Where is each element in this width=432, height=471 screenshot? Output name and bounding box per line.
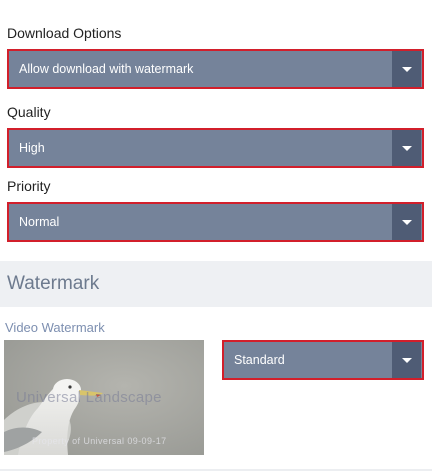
video-watermark-value: Standard — [234, 353, 285, 367]
priority-dropdown-button[interactable] — [392, 204, 421, 240]
watermark-section-header: Watermark — [0, 261, 432, 307]
chevron-down-icon — [401, 219, 412, 225]
chevron-down-icon — [401, 145, 412, 151]
chevron-down-icon — [401, 66, 412, 72]
watermark-section-title: Watermark — [7, 273, 100, 294]
download-options-dropdown-button[interactable] — [392, 51, 421, 87]
priority-value: Normal — [19, 215, 60, 229]
video-watermark-select[interactable]: Standard — [222, 340, 424, 380]
video-watermark-dropdown-button[interactable] — [392, 342, 421, 378]
priority-select[interactable]: Normal — [7, 202, 424, 242]
watermark-preview-caption: Property of Universal 09-09-17 — [32, 436, 167, 446]
quality-label: Quality — [7, 104, 51, 120]
quality-value: High — [19, 141, 45, 155]
watermark-overlay-text: Universal Landscape — [16, 389, 162, 406]
watermark-preview-image: Universal Landscape Property of Universa… — [4, 340, 204, 455]
priority-label: Priority — [7, 178, 51, 194]
chevron-down-icon — [401, 357, 412, 363]
video-watermark-label: Video Watermark — [5, 320, 105, 335]
download-options-select[interactable]: Allow download with watermark — [7, 49, 424, 89]
download-options-value: Allow download with watermark — [19, 62, 194, 76]
quality-select[interactable]: High — [7, 128, 424, 168]
quality-dropdown-button[interactable] — [392, 130, 421, 166]
download-options-label: Download Options — [7, 25, 122, 41]
